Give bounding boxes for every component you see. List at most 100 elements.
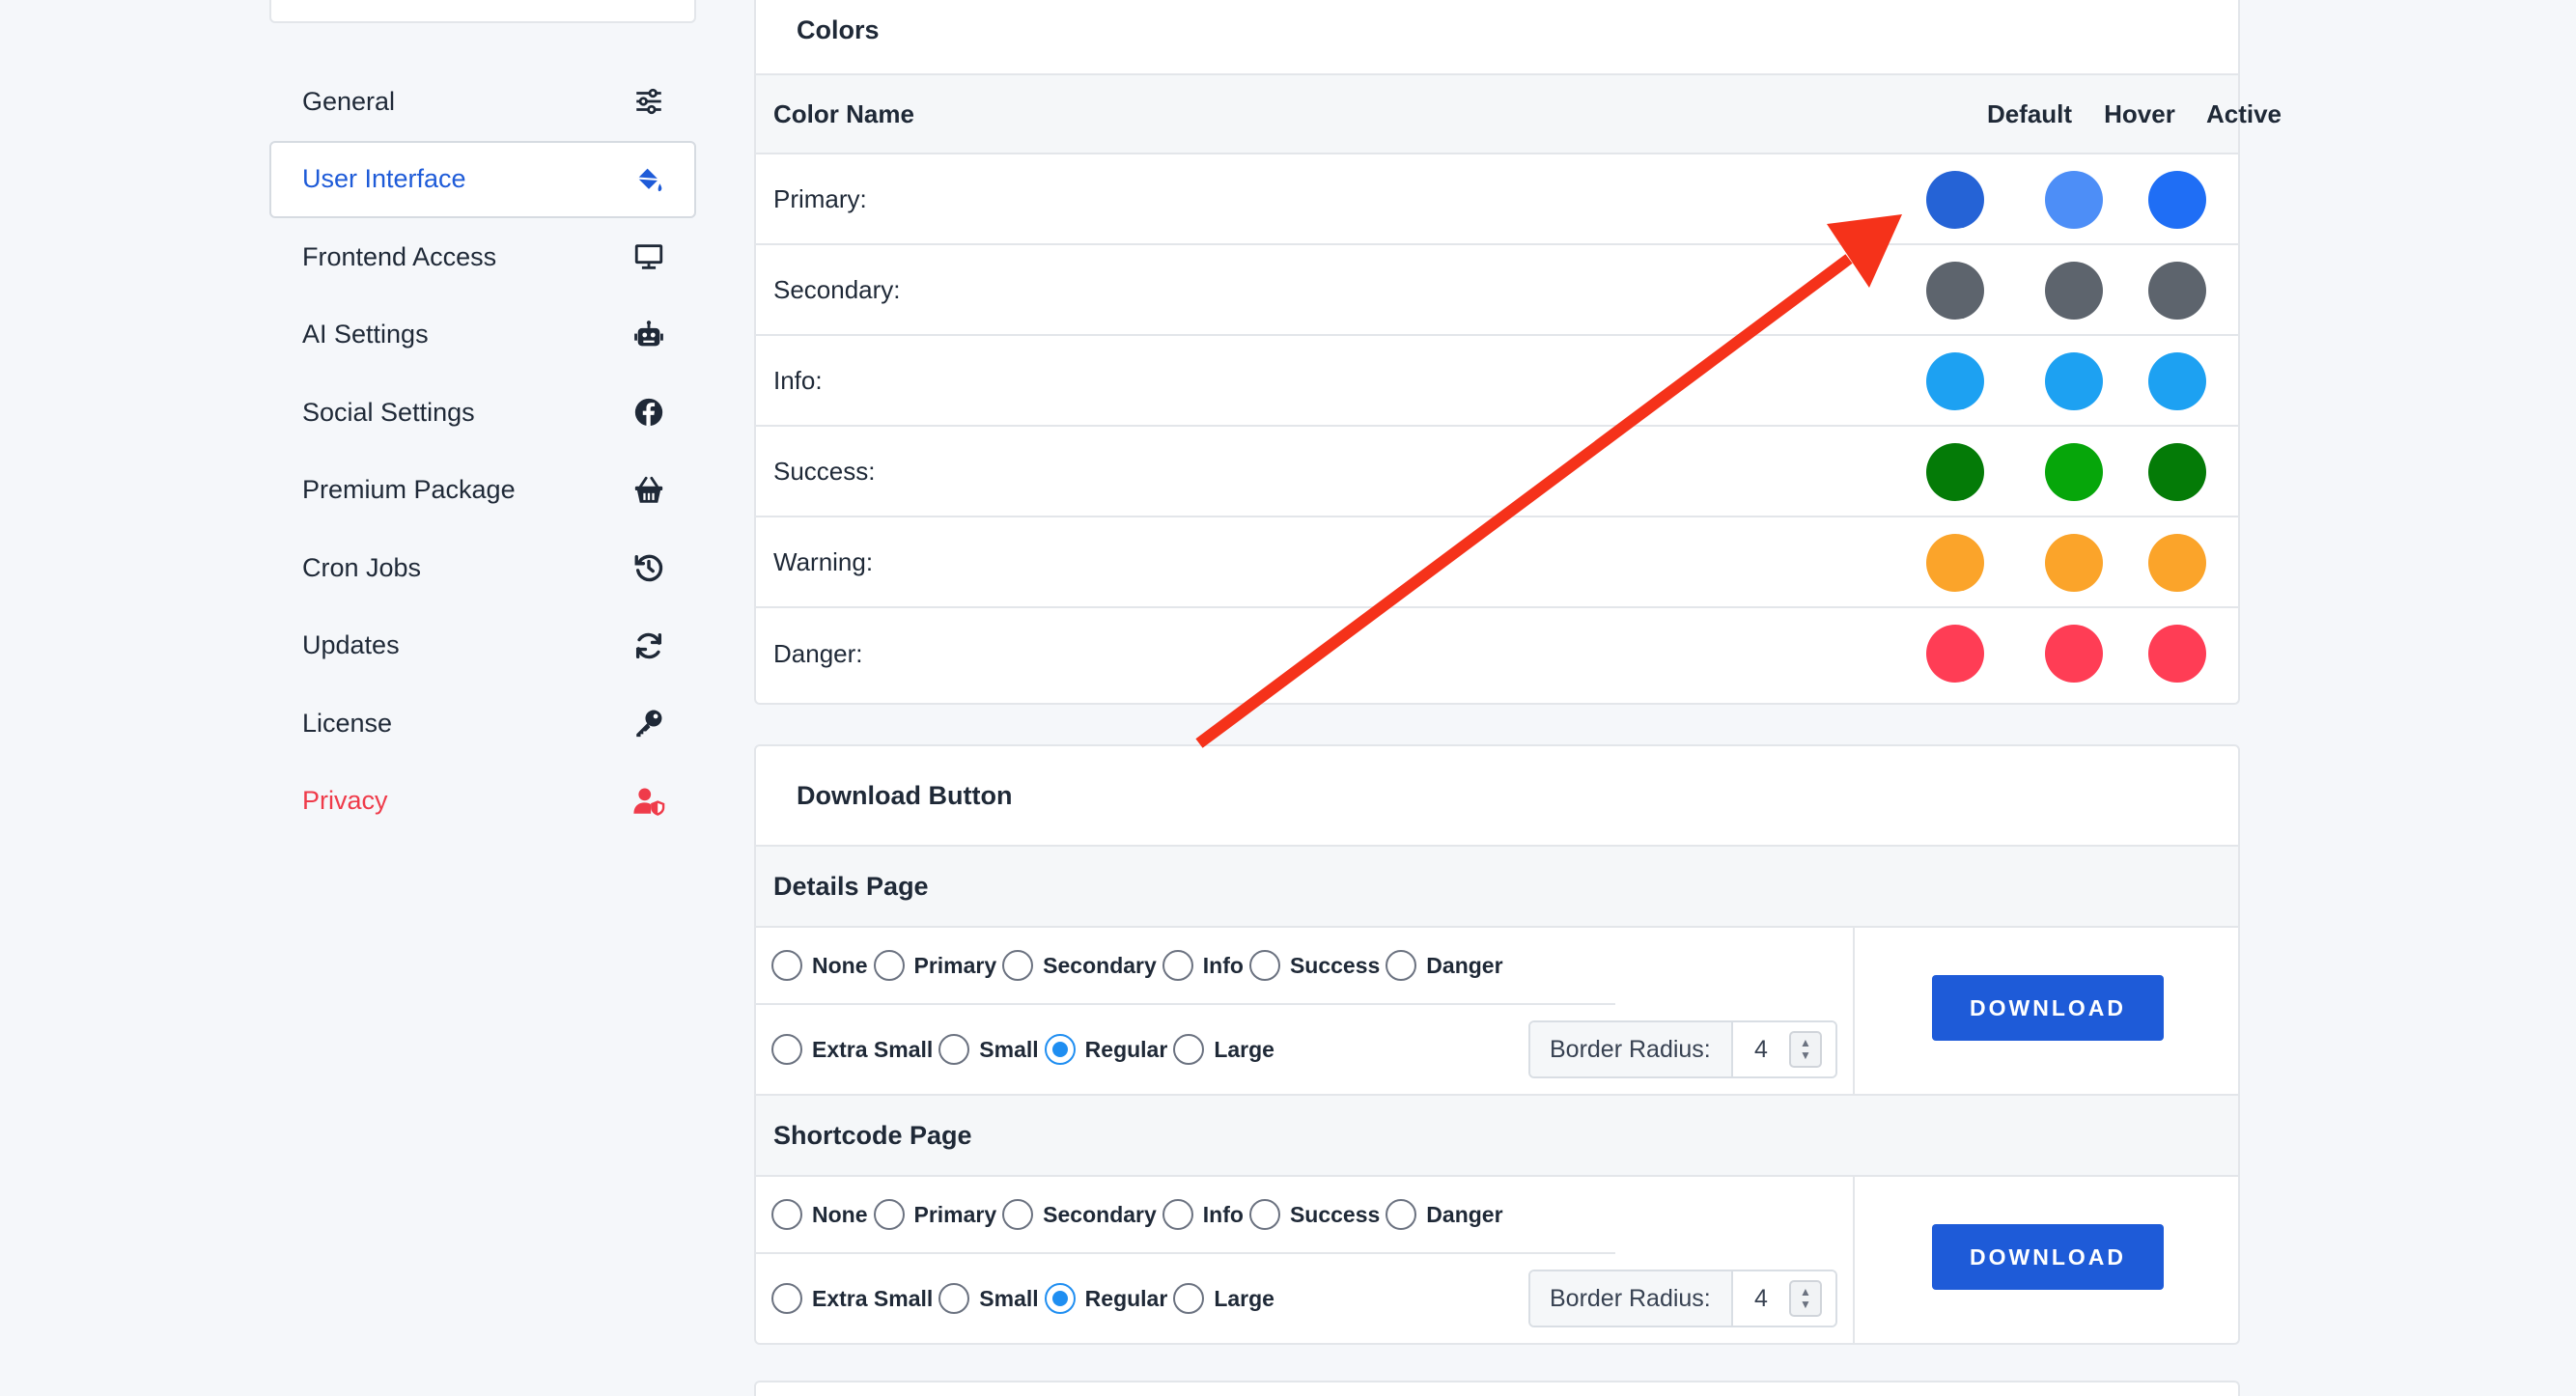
color-name-header: Color Name <box>773 98 914 128</box>
sidebar-item-social-settings[interactable]: Social Settings <box>269 374 696 452</box>
details-style-options: None Primary Secondary Info Success Danger <box>756 928 1615 1005</box>
shortcode-border-radius: Border Radius: 4 ▲ ▼ <box>1528 1270 1837 1327</box>
border-radius-input[interactable]: 4 ▲ ▼ <box>1733 1271 1835 1326</box>
style-radio-option[interactable]: Info <box>1162 1199 1244 1230</box>
hover-color-swatch[interactable] <box>2045 352 2103 410</box>
sidebar-item-ai-settings[interactable]: AI Settings <box>269 296 696 375</box>
border-radius-value: 4 <box>1754 1035 1768 1063</box>
shortcode-page-heading: Shortcode Page <box>756 1094 2238 1177</box>
color-row-label: Secondary: <box>773 274 901 304</box>
sidebar-item-frontend-access[interactable]: Frontend Access <box>269 218 696 296</box>
radio-label: Large <box>1214 1036 1274 1062</box>
facebook-icon <box>630 394 667 431</box>
radio-button[interactable] <box>1002 950 1034 981</box>
radio-label: None <box>812 1201 868 1227</box>
radio-button[interactable] <box>1386 1199 1417 1230</box>
size-radio-option[interactable]: Small <box>938 1283 1039 1314</box>
radio-button[interactable] <box>873 950 905 981</box>
hover-color-swatch[interactable] <box>2045 171 2103 229</box>
style-radio-option[interactable]: Danger <box>1386 950 1503 981</box>
radio-button[interactable] <box>1248 1199 1280 1230</box>
active-color-swatch[interactable] <box>2148 171 2206 229</box>
radio-button[interactable] <box>1162 1199 1193 1230</box>
style-radio-option[interactable]: Secondary <box>1002 950 1157 981</box>
size-radio-option[interactable]: Extra Small <box>771 1283 933 1314</box>
size-radio-option[interactable]: Regular <box>1044 1283 1167 1314</box>
style-radio-option[interactable]: None <box>771 1199 868 1230</box>
size-radio-option[interactable]: Regular <box>1044 1034 1168 1065</box>
details-size-options: Extra Small Small Regular Large <box>756 1005 1615 1094</box>
active-color-swatch[interactable] <box>2148 534 2206 592</box>
hover-color-swatch[interactable] <box>2045 443 2103 501</box>
radio-button[interactable] <box>1386 950 1417 981</box>
details-border-radius: Border Radius: 4 ▲ ▼ <box>1528 1020 1837 1078</box>
style-radio-option[interactable]: Success <box>1248 1199 1380 1230</box>
style-radio-option[interactable]: Danger <box>1386 1199 1503 1230</box>
radio-button[interactable] <box>1002 1199 1034 1230</box>
colors-table-header: Color Name Default Hover Active <box>756 73 2282 154</box>
sidebar-item-cron-jobs[interactable]: Cron Jobs <box>269 529 696 607</box>
sidebar-search-box[interactable] <box>269 0 696 23</box>
history-icon <box>630 549 667 586</box>
radio-label: Danger <box>1426 1201 1503 1227</box>
radio-button[interactable] <box>771 1283 802 1314</box>
default-color-swatch[interactable] <box>1926 625 1984 683</box>
sidebar-item-license[interactable]: License <box>269 684 696 763</box>
user-shield-icon <box>630 783 667 820</box>
hover-color-swatch[interactable] <box>2045 534 2103 592</box>
style-radio-option[interactable]: Primary <box>873 950 996 981</box>
active-color-swatch[interactable] <box>2148 352 2206 410</box>
number-spinner-icon[interactable]: ▲ ▼ <box>1789 1280 1822 1317</box>
details-page-heading: Details Page <box>756 845 2238 928</box>
shortcode-download-button[interactable]: DOWNLOAD <box>1932 1224 2164 1290</box>
sidebar-item-premium-package[interactable]: Premium Package <box>269 452 696 530</box>
size-radio-option[interactable]: Extra Small <box>771 1034 933 1065</box>
size-radio-option[interactable]: Small <box>938 1034 1039 1065</box>
radio-button[interactable] <box>771 1034 802 1065</box>
shortcode-style-options: None Primary Secondary Info Success Danger <box>756 1177 1615 1254</box>
sidebar-item-privacy[interactable]: Privacy <box>269 763 696 841</box>
style-radio-option[interactable]: None <box>771 950 868 981</box>
default-color-swatch[interactable] <box>1926 262 1984 320</box>
radio-button[interactable] <box>771 1199 802 1230</box>
sidebar-item-label: Updates <box>302 630 400 660</box>
active-color-swatch[interactable] <box>2148 262 2206 320</box>
color-rows: Primary: Secondary: Info: Success: Warning: D… <box>756 154 2238 699</box>
basket-icon <box>630 472 667 509</box>
default-color-swatch[interactable] <box>1926 171 1984 229</box>
size-radio-option[interactable]: Large <box>1173 1034 1274 1065</box>
color-row: Primary: <box>756 154 2238 245</box>
active-color-swatch[interactable] <box>2148 625 2206 683</box>
radio-button[interactable] <box>938 1283 970 1314</box>
hover-header: Hover <box>2104 98 2175 128</box>
radio-button[interactable] <box>771 950 802 981</box>
style-radio-option[interactable]: Success <box>1248 950 1380 981</box>
hover-color-swatch[interactable] <box>2045 625 2103 683</box>
default-color-swatch[interactable] <box>1926 534 1984 592</box>
sidebar-item-user-interface[interactable]: User Interface <box>269 140 696 218</box>
details-download-button[interactable]: DOWNLOAD <box>1932 975 2164 1041</box>
size-radio-option[interactable]: Large <box>1173 1283 1274 1314</box>
hover-color-swatch[interactable] <box>2045 262 2103 320</box>
active-color-swatch[interactable] <box>2148 443 2206 501</box>
sync-icon <box>630 628 667 664</box>
default-color-swatch[interactable] <box>1926 443 1984 501</box>
style-radio-option[interactable]: Secondary <box>1002 1199 1157 1230</box>
radio-button[interactable] <box>1044 1034 1076 1065</box>
color-row: Danger: <box>756 608 2238 699</box>
radio-button[interactable] <box>873 1199 905 1230</box>
radio-button[interactable] <box>1044 1283 1076 1314</box>
border-radius-input[interactable]: 4 ▲ ▼ <box>1733 1022 1835 1076</box>
style-radio-option[interactable]: Info <box>1162 950 1244 981</box>
default-color-swatch[interactable] <box>1926 352 1984 410</box>
style-radio-option[interactable]: Primary <box>873 1199 996 1230</box>
radio-button[interactable] <box>1173 1283 1205 1314</box>
radio-button[interactable] <box>1162 950 1193 981</box>
radio-button[interactable] <box>1173 1034 1205 1065</box>
sidebar-item-updates[interactable]: Updates <box>269 607 696 685</box>
radio-button[interactable] <box>1248 950 1280 981</box>
sidebar-item-general[interactable]: General <box>269 63 696 141</box>
number-spinner-icon[interactable]: ▲ ▼ <box>1789 1031 1822 1068</box>
radio-button[interactable] <box>938 1034 970 1065</box>
radio-label: Regular <box>1084 1036 1168 1062</box>
